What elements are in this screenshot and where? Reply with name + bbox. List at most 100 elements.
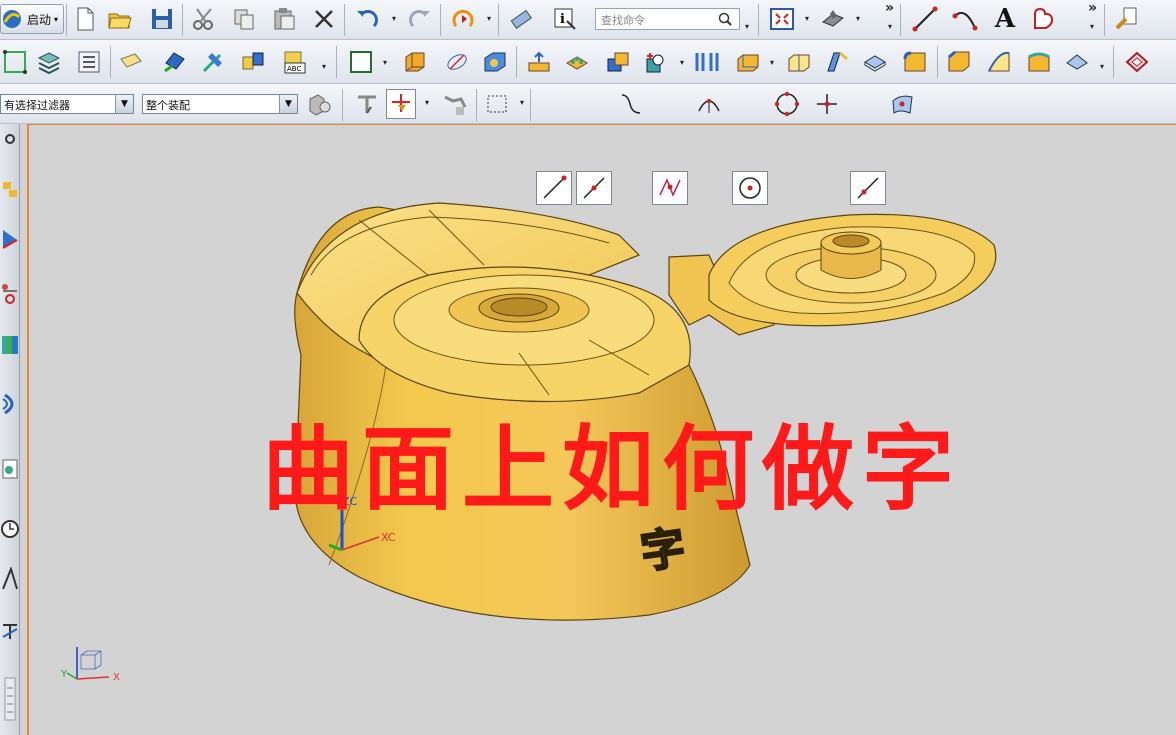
more-tools-icon-2[interactable]: » <box>1088 0 1097 16</box>
save-icon[interactable] <box>147 4 177 34</box>
bridge-curve-icon[interactable] <box>692 47 722 77</box>
thicken-dropdown-icon[interactable]: ▾ <box>770 58 774 67</box>
search-icon[interactable] <box>717 11 733 27</box>
selection-filter-select[interactable]: 有选择过滤器 ▼ <box>0 94 134 114</box>
swept-surface-icon[interactable] <box>1024 47 1054 77</box>
toolbar-options-icon-2[interactable]: ▾ <box>1090 22 1094 31</box>
draft-icon[interactable] <box>822 47 852 77</box>
undo-icon[interactable] <box>352 4 382 34</box>
trim-body-icon[interactable] <box>984 47 1014 77</box>
repeat-dropdown-icon[interactable]: ▾ <box>487 14 491 23</box>
cut-icon[interactable] <box>189 4 219 34</box>
snap-control-point-icon[interactable] <box>616 89 646 119</box>
snap-dropdown-icon[interactable]: ▾ <box>425 98 429 107</box>
shell-icon[interactable] <box>860 47 890 77</box>
text-on-surface-icon[interactable]: ABC <box>280 47 310 77</box>
chevron-down-icon[interactable]: ▼ <box>279 95 297 113</box>
triad-y-label: Y <box>60 669 68 680</box>
triad-x-label: X <box>113 672 120 683</box>
datum-dropdown-icon[interactable]: ▾ <box>680 58 684 67</box>
snap-point-filter-icon[interactable] <box>386 89 416 119</box>
text-tool-icon[interactable]: A <box>990 4 1020 34</box>
arc-tool-icon[interactable] <box>950 4 980 34</box>
assembly-navigator-icon[interactable] <box>0 174 20 204</box>
snap-point-on-surface-icon[interactable] <box>888 89 918 119</box>
command-search-input[interactable]: 查找命令 <box>595 8 740 30</box>
selection-toolbar: 有选择过滤器 ▼ 整个装配 ▼ ▾ ▾ <box>0 84 1176 205</box>
select-mode-dropdown-icon[interactable]: ▾ <box>520 98 524 107</box>
process-studio-icon[interactable] <box>0 614 20 644</box>
feature-toolbar: ABC ▾ ▾ ▾ ▾ ▾ <box>0 40 1176 84</box>
fit-view-icon[interactable] <box>767 4 797 34</box>
view-dropdown-icon[interactable]: ▾ <box>805 14 809 23</box>
gear-icon[interactable] <box>0 124 20 154</box>
touch-mode-icon[interactable] <box>506 4 536 34</box>
sketch-dropdown-icon[interactable]: ▾ <box>383 58 387 67</box>
constraint-navigator-icon[interactable] <box>0 224 20 254</box>
clock-icon[interactable] <box>0 514 20 544</box>
general-selection-icon[interactable] <box>352 89 382 119</box>
copy-icon[interactable] <box>229 4 259 34</box>
web-browser-icon[interactable] <box>0 389 20 419</box>
snap-arc-center-icon[interactable] <box>694 89 724 119</box>
unite-icon[interactable] <box>603 47 633 77</box>
blend-edge-icon[interactable] <box>900 47 930 77</box>
svg-text:i: i <box>560 12 565 27</box>
assembly-scope-select[interactable]: 整个装配 ▼ <box>142 94 298 114</box>
assembly-add-icon[interactable] <box>160 47 190 77</box>
system-materials-icon[interactable] <box>0 564 20 594</box>
part-navigator-icon[interactable] <box>0 279 20 309</box>
paste-icon[interactable] <box>269 4 299 34</box>
roles-icon[interactable] <box>0 669 20 729</box>
search-dropdown-icon[interactable]: ▾ <box>745 22 749 31</box>
standard-toolbar: 启动 ▾ ▾ ▾ i 查找命令 ▾ ▾ ▾ » ▾ A » ▾ <box>0 0 1176 40</box>
customize-icon[interactable] <box>1112 4 1142 34</box>
information-icon[interactable]: i <box>550 4 580 34</box>
revolve-icon[interactable] <box>442 47 472 77</box>
hole-icon[interactable] <box>480 47 510 77</box>
snap-existing-point-icon[interactable] <box>812 89 842 119</box>
chevron-down-icon[interactable]: ▾ <box>54 15 58 24</box>
overlay-title: 曲面上如何做字 <box>262 416 963 523</box>
assembly-mate-icon[interactable] <box>198 47 228 77</box>
chevron-down-icon[interactable]: ▼ <box>115 95 133 113</box>
open-folder-icon[interactable] <box>105 4 135 34</box>
snap-quadrant-point-icon[interactable] <box>772 89 802 119</box>
layer-settings-icon[interactable] <box>34 47 64 77</box>
history-icon[interactable] <box>0 454 20 484</box>
render-style-icon[interactable] <box>818 4 848 34</box>
datum-point-icon[interactable] <box>642 47 672 77</box>
offset-face-icon[interactable] <box>784 47 814 77</box>
analysis-icon[interactable] <box>1122 47 1152 77</box>
chamfer-icon[interactable] <box>944 47 974 77</box>
extrude-icon[interactable] <box>400 47 430 77</box>
rectangle-select-icon[interactable] <box>482 89 512 119</box>
select-hidden-icon[interactable] <box>440 89 470 119</box>
svg-text:ABC: ABC <box>287 65 301 73</box>
repeat-command-icon[interactable] <box>448 4 478 34</box>
thicken-icon[interactable] <box>733 47 763 77</box>
render-dropdown-icon[interactable]: ▾ <box>856 14 860 23</box>
face-blend-icon[interactable] <box>1062 47 1092 77</box>
line-tool-icon[interactable] <box>910 4 940 34</box>
more-tools-icon[interactable]: » <box>885 0 894 16</box>
reuse-library-icon[interactable] <box>0 329 20 359</box>
axis-xc-label: XC <box>381 531 396 544</box>
part-navigator-icon[interactable] <box>74 47 104 77</box>
undo-dropdown-icon[interactable]: ▾ <box>392 14 396 23</box>
surface-dropdown-icon[interactable]: ▾ <box>1100 62 1104 71</box>
delete-icon[interactable] <box>309 4 339 34</box>
feature-dropdown-icon[interactable]: ▾ <box>322 62 326 71</box>
component-array-icon[interactable] <box>238 47 268 77</box>
sketch-region-icon[interactable] <box>1028 4 1058 34</box>
assembly-constraint-icon[interactable] <box>0 47 30 77</box>
boss-icon[interactable] <box>524 47 554 77</box>
select-feature-icon[interactable] <box>305 89 335 119</box>
pmi-note-icon[interactable] <box>116 47 146 77</box>
sketch-icon[interactable] <box>346 47 376 77</box>
pattern-feature-icon[interactable] <box>562 47 592 77</box>
new-file-icon[interactable] <box>70 4 100 34</box>
redo-icon[interactable] <box>405 4 435 34</box>
toolbar-options-icon[interactable]: ▾ <box>888 22 892 31</box>
start-button[interactable]: 启动 ▾ <box>0 4 64 34</box>
